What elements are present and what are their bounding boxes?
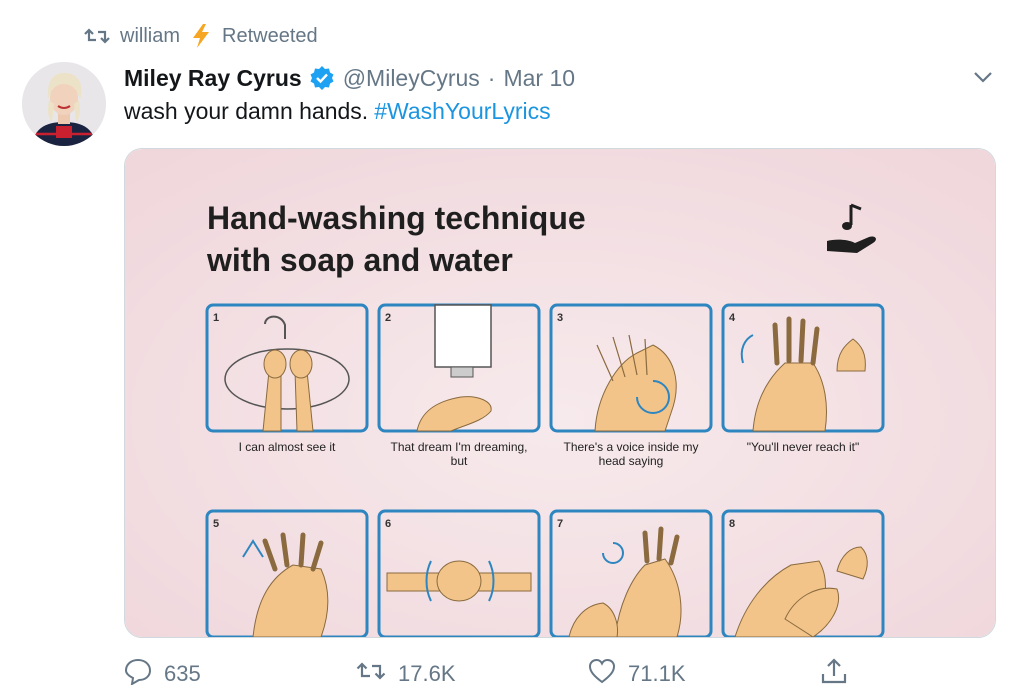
step-1-number: 1 [213, 312, 219, 324]
separator: · [487, 64, 496, 91]
step-3-caption-line2: head saying [599, 454, 664, 468]
step-1-caption: I can almost see it [239, 440, 336, 454]
handle[interactable]: @MileyCyrus [343, 65, 480, 92]
retweet-icon [356, 659, 386, 689]
step-8-number: 8 [729, 518, 735, 530]
retweet-context[interactable]: william Retweeted [84, 22, 318, 50]
display-name[interactable]: Miley Ray Cyrus [124, 65, 302, 92]
poster-title-line2: with soap and water [206, 242, 513, 278]
tweet-date[interactable]: Mar 10 [503, 65, 575, 92]
retweet-icon [84, 26, 110, 46]
heart-icon [588, 658, 616, 690]
tweet-body: wash your damn hands. [124, 98, 369, 124]
handwashing-poster: Hand-washing technique with soap and wat… [125, 149, 995, 637]
step-5-number: 5 [213, 518, 219, 530]
share-button[interactable] [820, 655, 848, 693]
lightning-icon [190, 23, 212, 49]
poster-title-line1: Hand-washing technique [207, 200, 586, 236]
step-2-caption: That dream I'm dreaming, [390, 440, 527, 454]
reply-count: 635 [164, 661, 201, 686]
hashtag-link[interactable]: #WashYourLyrics [374, 98, 550, 124]
retweet-count: 17.6K [398, 661, 456, 686]
step-7-number: 7 [557, 518, 563, 530]
retweeted-label: Retweeted [222, 24, 318, 47]
step-2-caption-line2: but [451, 454, 468, 468]
step-3-number: 3 [557, 312, 563, 324]
like-count: 71.1K [628, 661, 686, 686]
share-icon [820, 657, 848, 691]
avatar[interactable] [22, 62, 106, 146]
tweet-media[interactable]: Hand-washing technique with soap and wat… [124, 148, 996, 638]
step-4-number: 4 [729, 312, 736, 324]
like-button[interactable]: 71.1K [588, 655, 686, 693]
tweet-text: wash your damn hands. #WashYourLyrics [124, 98, 551, 125]
tweet-header: Miley Ray Cyrus @MileyCyrus · Mar 10 [124, 60, 575, 96]
verified-badge-icon [309, 65, 335, 91]
reply-button[interactable]: 635 [124, 655, 201, 693]
step-4-caption: "You'll never reach it" [747, 440, 859, 454]
step-6-number: 6 [385, 518, 391, 530]
retweeter-name[interactable]: william [120, 25, 180, 48]
step-2-number: 2 [385, 312, 391, 324]
retweet-button[interactable]: 17.6K [356, 655, 456, 693]
reply-icon [124, 657, 152, 691]
step-3-caption: There's a voice inside my [563, 440, 698, 454]
tweet-actions: 635 17.6K 71.1K [124, 655, 996, 693]
chevron-down-icon[interactable] [970, 64, 996, 90]
